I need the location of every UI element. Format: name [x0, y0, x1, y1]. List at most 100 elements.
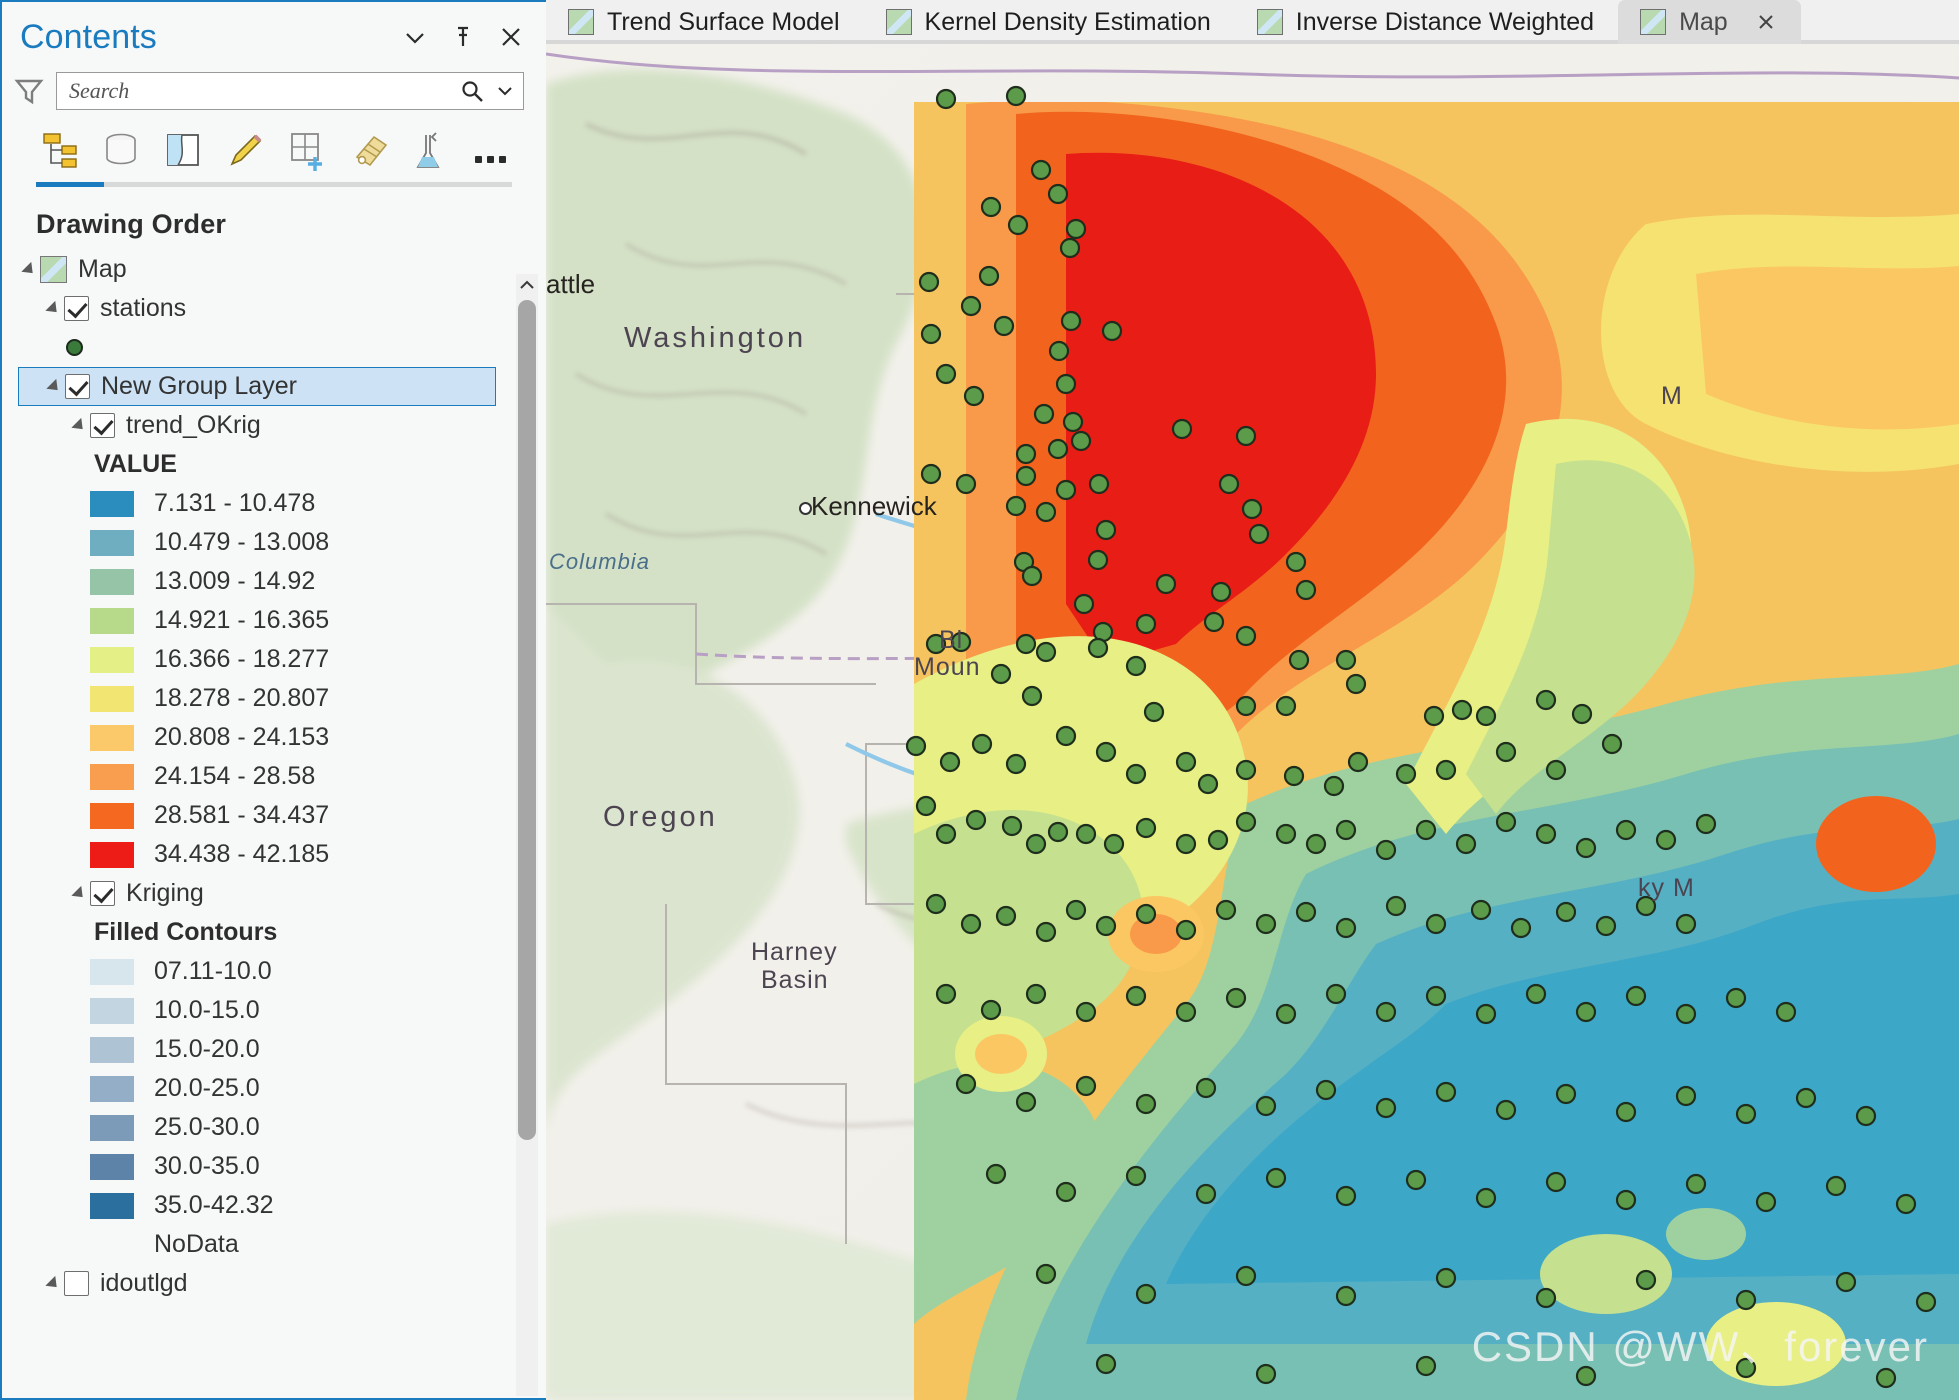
expander-icon[interactable]	[42, 1273, 64, 1295]
list-by-labeling-icon[interactable]	[346, 127, 392, 173]
legend-color-swatch	[90, 685, 134, 712]
contents-toolbar	[2, 116, 546, 178]
map-canvas[interactable]: attle Washington Kennewick Columbia Bl Moun Or…	[546, 44, 1959, 1400]
legend-class-trend-item[interactable]: 34.438 - 42.185	[18, 835, 506, 874]
close-icon[interactable]	[1755, 11, 1777, 33]
expander-icon[interactable]	[43, 376, 65, 398]
legend-field-label: Filled Contours	[94, 918, 278, 946]
toc-item-idoutlgd[interactable]: idoutlgd	[18, 1264, 506, 1303]
chevron-down-icon[interactable]	[402, 24, 428, 50]
list-by-editing-icon[interactable]	[222, 127, 268, 173]
list-by-selection-icon[interactable]	[160, 127, 206, 173]
legend-color-swatch	[90, 646, 134, 673]
map-area: Trend Surface Model Kernel Density Estima…	[546, 0, 1959, 1400]
contents-pane: Contents Search Drawing Order Map statio…	[0, 0, 546, 1400]
legend-class-kriging-item[interactable]: 10.0-15.0	[18, 991, 506, 1030]
toc-item-stations[interactable]: stations	[18, 289, 506, 328]
more-options-icon[interactable]	[470, 127, 510, 173]
toc-item-map[interactable]: Map	[18, 250, 506, 289]
legend-class-label: 07.11-10.0	[154, 957, 272, 985]
layer-visibility-checkbox[interactable]	[64, 296, 89, 321]
list-by-drawing-order-icon[interactable]	[36, 127, 82, 173]
toc-item-label: Kriging	[126, 879, 204, 907]
view-tab-bar: Trend Surface Model Kernel Density Estima…	[546, 0, 1959, 44]
expander-icon[interactable]	[68, 883, 90, 905]
layer-visibility-checkbox[interactable]	[65, 374, 90, 399]
close-icon[interactable]	[498, 24, 524, 50]
legend-field-title-filled-contours: Filled Contours	[18, 913, 506, 952]
filter-icon[interactable]	[12, 74, 46, 108]
basemap-raster	[546, 44, 1959, 1400]
search-input[interactable]	[69, 78, 453, 104]
toc-item-new-group-layer[interactable]: New Group Layer	[18, 367, 496, 406]
legend-class-trend-item[interactable]: 14.921 - 16.365	[18, 601, 506, 640]
scrollbar-thumb[interactable]	[518, 300, 536, 1140]
scroll-up-icon[interactable]	[516, 274, 538, 296]
legend-class-kriging-item[interactable]: NoData	[18, 1225, 506, 1264]
legend-class-label: 16.366 - 18.277	[154, 645, 330, 673]
legend-class-trend-item[interactable]: 16.366 - 18.277	[18, 640, 506, 679]
legend-color-swatch	[90, 1232, 134, 1258]
search-box[interactable]	[56, 72, 524, 110]
toc-item-label: idoutlgd	[100, 1269, 188, 1297]
legend-color-swatch	[90, 1192, 134, 1219]
legend-color-swatch	[90, 997, 134, 1024]
legend-class-label: 30.0-35.0	[154, 1152, 260, 1180]
pin-icon[interactable]	[450, 24, 476, 50]
legend-class-label: 14.921 - 16.365	[154, 606, 330, 634]
map-thumbnail-icon	[40, 256, 67, 283]
toc-item-trend-okrig[interactable]: trend_OKrig	[18, 406, 506, 445]
map-thumbnail-icon	[1256, 9, 1283, 35]
legend-class-label: 24.154 - 28.58	[154, 762, 316, 790]
toc-item-label: Map	[78, 255, 127, 283]
legend-color-swatch	[90, 802, 134, 829]
legend-class-label: 20.0-25.0	[154, 1074, 260, 1102]
view-tab-label: Trend Surface Model	[607, 7, 840, 36]
toc-item-kriging[interactable]: Kriging	[18, 874, 506, 913]
expander-icon[interactable]	[68, 415, 90, 437]
legend-class-trend-item[interactable]: 7.131 - 10.478	[18, 484, 506, 523]
chevron-down-icon[interactable]	[495, 81, 515, 101]
legend-class-label: 25.0-30.0	[154, 1113, 260, 1141]
legend-field-label: VALUE	[94, 450, 177, 478]
list-by-snapping-icon[interactable]	[284, 127, 330, 173]
legend-class-trend-item[interactable]: 13.009 - 14.92	[18, 562, 506, 601]
map-thumbnail-icon	[568, 9, 594, 35]
list-by-charts-icon[interactable]	[408, 127, 454, 173]
expander-icon[interactable]	[42, 298, 64, 320]
search-row	[2, 64, 546, 116]
legend-class-kriging-item[interactable]: 25.0-30.0	[18, 1108, 506, 1147]
legend-class-label: 35.0-42.32	[154, 1191, 274, 1219]
legend-class-kriging-item[interactable]: 15.0-20.0	[18, 1030, 506, 1069]
legend-class-label: 20.808 - 24.153	[154, 723, 330, 751]
legend-class-trend-item[interactable]: 10.479 - 13.008	[18, 523, 506, 562]
toc-scrollbar[interactable]	[516, 274, 538, 1396]
view-tab-map[interactable]: Map	[1618, 0, 1801, 44]
legend-class-kriging-item[interactable]: 30.0-35.0	[18, 1147, 506, 1186]
view-tab-kernel-density-estimation[interactable]: Kernel Density Estimation	[864, 0, 1235, 44]
legend-class-trend-item[interactable]: 20.808 - 24.153	[18, 718, 506, 757]
view-tab-label: Inverse Distance Weighted	[1295, 7, 1595, 36]
legend-class-trend-item[interactable]: 24.154 - 28.58	[18, 757, 506, 796]
view-tab-inverse-distance-weighted[interactable]: Inverse Distance Weighted	[1235, 0, 1618, 44]
legend-class-kriging-item[interactable]: 35.0-42.32	[18, 1186, 506, 1225]
toc-item-label: stations	[100, 294, 187, 322]
legend-class-label: 18.278 - 20.807	[154, 684, 330, 712]
legend-class-trend-item[interactable]: 18.278 - 20.807	[18, 679, 506, 718]
view-tab-trend-surface-model[interactable]: Trend Surface Model	[546, 0, 864, 44]
legend-class-label: 28.581 - 34.437	[154, 801, 330, 829]
view-tab-label: Kernel Density Estimation	[924, 7, 1211, 36]
legend-class-label: 34.438 - 42.185	[154, 840, 330, 868]
layer-visibility-checkbox[interactable]	[90, 413, 115, 438]
layer-visibility-checkbox[interactable]	[64, 1271, 89, 1296]
legend-color-swatch	[90, 1153, 134, 1180]
search-icon[interactable]	[459, 78, 485, 104]
layer-tree[interactable]: Map stations New Group Layer trend_OKrig…	[2, 250, 546, 1398]
layer-visibility-checkbox[interactable]	[90, 881, 115, 906]
legend-class-list-trend: 7.131 - 10.478 10.479 - 13.008 13.009 - 14…	[18, 484, 506, 874]
legend-class-kriging-item[interactable]: 20.0-25.0	[18, 1069, 506, 1108]
legend-class-trend-item[interactable]: 28.581 - 34.437	[18, 796, 506, 835]
legend-class-kriging-item[interactable]: 07.11-10.0	[18, 952, 506, 991]
list-by-data-source-icon[interactable]	[98, 127, 144, 173]
expander-icon[interactable]	[18, 259, 40, 281]
